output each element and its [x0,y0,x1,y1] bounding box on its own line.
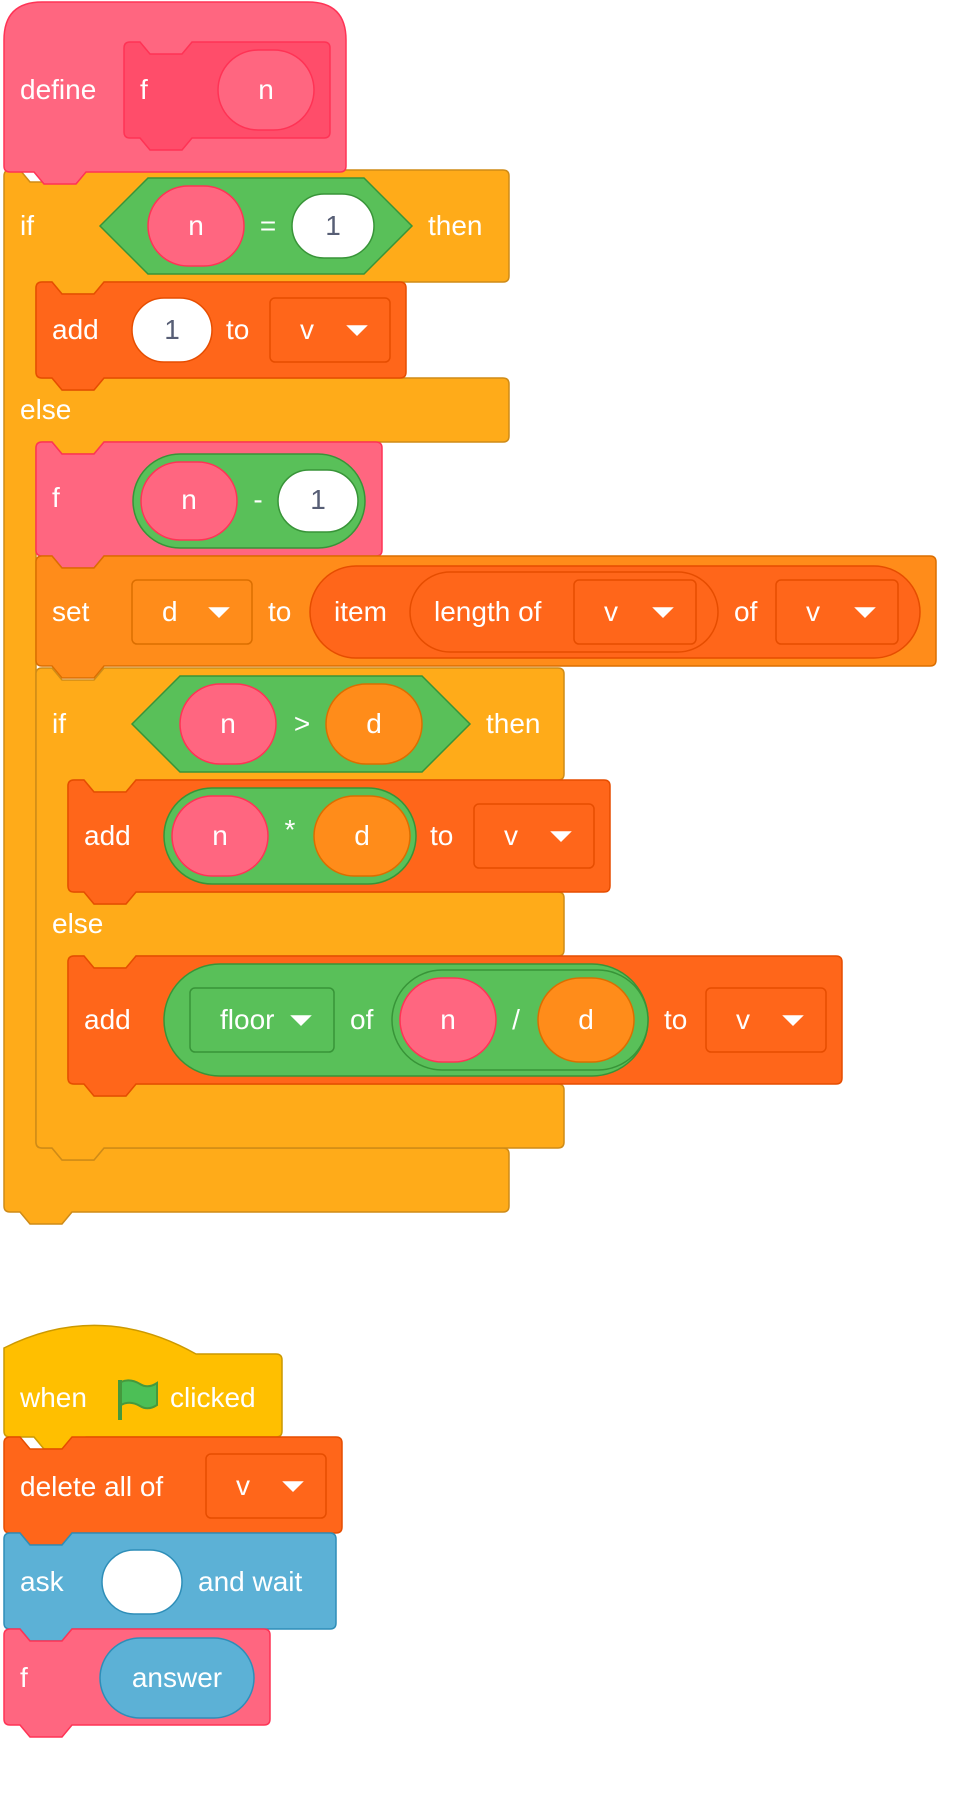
list-dropdown[interactable] [473,803,595,869]
clicked-keyword: clicked [170,1382,256,1413]
then-keyword: then [486,708,541,739]
list-dropdown-value: v [604,596,618,627]
if-keyword: if [52,708,66,739]
set-keyword: set [52,596,90,627]
divide-right: d [578,1004,594,1035]
condition-left: n [188,210,204,241]
list-dropdown-value: v [736,1004,750,1035]
variable-dropdown-value: d [162,596,178,627]
list-dropdown-value: v [300,314,314,345]
divide-left: n [440,1004,456,1035]
to-keyword: to [664,1004,688,1035]
to-keyword: to [268,596,292,627]
of-keyword: of [350,1004,374,1035]
multiply-left: n [212,820,228,851]
param-n-label: n [258,74,274,105]
list-dropdown[interactable] [573,579,697,645]
define-keyword: define [20,74,97,105]
list-dropdown-value: v [236,1470,250,1501]
subtract-right: 1 [310,484,326,515]
variable-dropdown[interactable] [131,579,253,645]
else-keyword: else [20,394,72,425]
if-keyword: if [20,210,34,241]
add-keyword: add [84,1004,131,1035]
list-dropdown[interactable] [205,1453,327,1519]
subtract-left: n [181,484,197,515]
then-keyword: then [428,210,483,241]
ask-keyword: ask [20,1566,64,1597]
subtract-operator: - [253,484,263,515]
multiply-operator: * [284,814,296,845]
answer-label: answer [131,1662,223,1693]
add-value: 1 [164,314,180,345]
of-keyword: of [734,596,758,627]
to-keyword: to [226,314,250,345]
multiply-right: d [354,820,370,851]
to-keyword: to [430,820,454,851]
item-keyword: item [334,596,387,627]
length-of-keyword: length of [434,596,542,627]
ask-question-input[interactable] [101,1549,183,1615]
delete-all-of-keyword: delete all of [20,1471,164,1502]
list-dropdown[interactable] [775,579,899,645]
condition-operator: > [293,708,311,739]
define-name: f [140,74,148,105]
condition-right: 1 [325,210,341,241]
condition-operator: = [259,210,277,241]
list-dropdown[interactable] [269,297,391,363]
math-function-dropdown-value: floor [220,1004,275,1035]
add-keyword: add [52,314,99,345]
divide-operator: / [512,1004,520,1035]
condition-right: d [366,708,382,739]
call-f-name: f [20,1662,28,1693]
when-keyword: when [20,1382,87,1413]
else-keyword: else [52,908,104,939]
add-keyword: add [84,820,131,851]
call-f-name: f [52,482,60,513]
and-wait-keyword: and wait [198,1566,303,1597]
list-dropdown-value: v [806,596,820,627]
list-dropdown[interactable] [705,987,827,1053]
scripts-canvas [3,1,937,1738]
list-dropdown-value: v [504,820,518,851]
condition-left: n [220,708,236,739]
